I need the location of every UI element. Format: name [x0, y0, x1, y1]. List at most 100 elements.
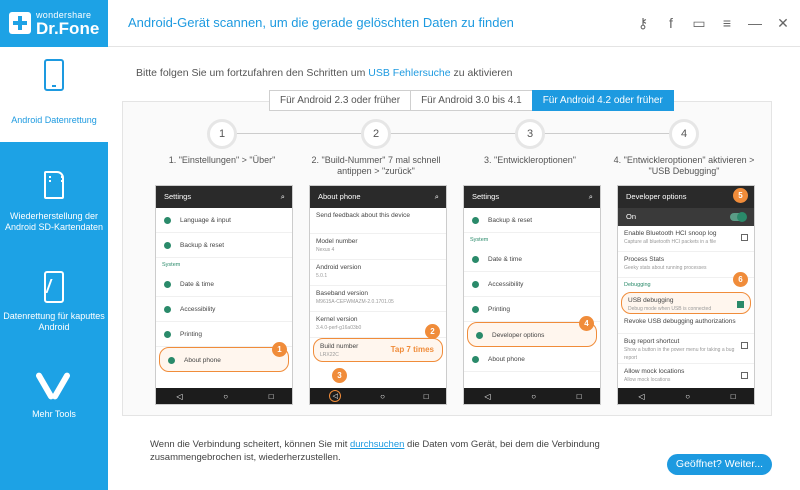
- sidebar-item-more-tools[interactable]: Mehr Tools: [0, 357, 108, 452]
- step-text-1: 1. "Einstellungen" > "Über": [168, 155, 276, 165]
- list-item: Allow mock locations Allow mock locations: [618, 364, 754, 390]
- search-icon: ⌕: [434, 192, 439, 201]
- phone-header: About phone ⌕: [310, 186, 446, 208]
- sidebar-item-broken-android[interactable]: Datenrettung für kaputtes Android: [0, 259, 108, 354]
- sidebar-item-android-recovery[interactable]: Android Datenrettung: [0, 47, 108, 142]
- menu-icon[interactable]: ≡: [720, 14, 734, 32]
- step-connector: [222, 133, 684, 134]
- app-logo: wondershare Dr.Fone: [0, 0, 108, 47]
- usb-debugging-link[interactable]: USB Fehlersuche: [368, 67, 450, 79]
- list-item-label: Language & input: [180, 217, 231, 224]
- phone-header-title: Settings: [472, 192, 500, 201]
- checkbox-icon: [741, 372, 748, 379]
- step-badge-1: 1: [272, 342, 287, 357]
- clock-icon: [472, 256, 479, 263]
- search-icon: ⌕: [280, 192, 285, 201]
- broken-phone-icon: [44, 271, 64, 303]
- back-icon: ◁: [329, 390, 342, 402]
- phone-screenshot-2: About phone ⌕ Send feedback about this de…: [309, 185, 447, 405]
- phone-nav-bar: ◁ ○ □: [618, 388, 754, 404]
- title-bar: wondershare Dr.Fone Android-Gerät scanne…: [0, 0, 800, 47]
- info-icon: [168, 357, 175, 364]
- list-item-label: Accessibility: [488, 281, 524, 288]
- printer-icon: [472, 306, 479, 313]
- facebook-icon[interactable]: f: [664, 14, 678, 32]
- list-item: Date & time: [156, 272, 292, 297]
- phone-header: Settings ⌕: [464, 186, 600, 208]
- connection-failed-note: Wenn die Verbindung scheitert, können Si…: [150, 438, 600, 464]
- phone-nav-bar: ◁ ○ □: [464, 388, 600, 404]
- toggle-label: On: [626, 212, 637, 221]
- list-item-highlighted: Build number LRX22C Tap 7 times: [313, 338, 443, 362]
- recent-icon: □: [268, 391, 274, 401]
- step-circle-2: 2: [361, 119, 391, 149]
- list-item: Send feedback about this device: [310, 208, 446, 234]
- phone-screenshot-4: Developer options On Enable Bluetooth HC…: [617, 185, 755, 405]
- search-icon: ⌕: [588, 192, 593, 201]
- accessibility-icon: [164, 306, 171, 313]
- phone-header: Settings ⌕: [156, 186, 292, 208]
- back-icon: ◁: [176, 391, 183, 401]
- tab-android-4-2[interactable]: Für Android 4.2 oder früher: [531, 90, 674, 111]
- next-button[interactable]: Geöffnet? Weiter...: [667, 454, 772, 475]
- list-item-sub: Debug mode when USB is connected: [628, 306, 712, 312]
- list-item-label: Bug report shortcut: [624, 338, 680, 345]
- brand-big: Dr.Fone: [36, 19, 100, 38]
- window-controls: ⚷ f ▭ ≡ — ✕: [636, 14, 790, 32]
- list-item: Enable Bluetooth HCI snoop log Capture al…: [618, 226, 754, 252]
- list-item: Date & time: [464, 247, 600, 272]
- master-toggle-row: On: [618, 208, 754, 226]
- tab-android-2-3[interactable]: Für Android 2.3 oder früher: [269, 90, 412, 111]
- globe-icon: [164, 217, 171, 224]
- instruction-suffix: zu aktivieren: [450, 67, 513, 79]
- list-item-highlighted: About phone: [159, 347, 289, 372]
- chat-icon[interactable]: ▭: [692, 14, 706, 32]
- accessibility-icon: [472, 281, 479, 288]
- list-item: Backup & reset: [156, 233, 292, 258]
- list-item-label: Printing: [180, 331, 203, 338]
- step-circle-1: 1: [207, 119, 237, 149]
- sidebar-item-label: Wiederherstellung der Android SD-Kartend…: [4, 211, 104, 232]
- list-item-label: Allow mock locations: [624, 368, 685, 375]
- step-text-2: 2. "Build-Nummer" 7 mal schnell antippen…: [311, 155, 441, 176]
- phone-screenshot-1: Settings ⌕ Language & input Backup & rese…: [155, 185, 293, 405]
- list-item: Model number Nexus 4: [310, 234, 446, 260]
- list-item-label: Enable Bluetooth HCI snoop log: [624, 230, 717, 237]
- instruction-text: Bitte folgen Sie um fortzufahren den Sch…: [136, 67, 512, 79]
- step-badge-3: 3: [332, 368, 347, 383]
- list-item: Backup & reset: [464, 208, 600, 233]
- list-item-label: Revoke USB debugging authorizations: [624, 318, 736, 325]
- list-item: Printing: [156, 322, 292, 347]
- list-item-highlighted: Developer options: [467, 322, 597, 347]
- recent-icon: □: [576, 391, 582, 401]
- browse-link[interactable]: durchsuchen: [350, 439, 404, 450]
- step-text-4: 4. "Entwickleroptionen" aktivieren > "US…: [613, 155, 755, 176]
- list-item-sub: Capture all bluetooth HCI packets in a f…: [624, 239, 716, 245]
- list-item: About phone: [464, 347, 600, 372]
- list-item: Revoke USB debugging authorizations: [618, 314, 754, 334]
- key-icon[interactable]: ⚷: [636, 14, 650, 32]
- list-item-sub: 3.4.0-perf-g16a03b0: [316, 325, 362, 331]
- step-badge-2: 2: [425, 324, 440, 339]
- list-item-sub: Allow mock locations: [624, 377, 671, 383]
- tab-android-3-0-4-1[interactable]: Für Android 3.0 bis 4.1: [410, 90, 533, 111]
- backup-icon: [164, 242, 171, 249]
- list-item: Accessibility: [156, 297, 292, 322]
- list-item-sub: Geeky stats about running processes: [624, 265, 707, 271]
- list-item-sub: Nexus 4: [316, 247, 335, 253]
- sidebar-item-sd-card[interactable]: Wiederherstellung der Android SD-Kartend…: [0, 159, 108, 254]
- printer-icon: [164, 331, 171, 338]
- recent-icon: □: [730, 391, 736, 401]
- sd-card-icon: [44, 171, 64, 199]
- sidebar: Android Datenrettung Wiederherstellung d…: [0, 47, 108, 490]
- list-item-label: Send feedback about this device: [316, 212, 410, 219]
- list-item-label: Accessibility: [180, 306, 216, 313]
- phone-header-title: Settings: [164, 192, 192, 201]
- minimize-icon[interactable]: —: [748, 14, 762, 32]
- list-item-label: USB debugging: [628, 297, 674, 304]
- list-item-label: About phone: [184, 357, 221, 364]
- list-item: Accessibility: [464, 272, 600, 297]
- note-prefix: Wenn die Verbindung scheitert, können Si…: [150, 439, 350, 450]
- list-item-label: Developer options: [492, 332, 545, 339]
- close-icon[interactable]: ✕: [776, 14, 790, 32]
